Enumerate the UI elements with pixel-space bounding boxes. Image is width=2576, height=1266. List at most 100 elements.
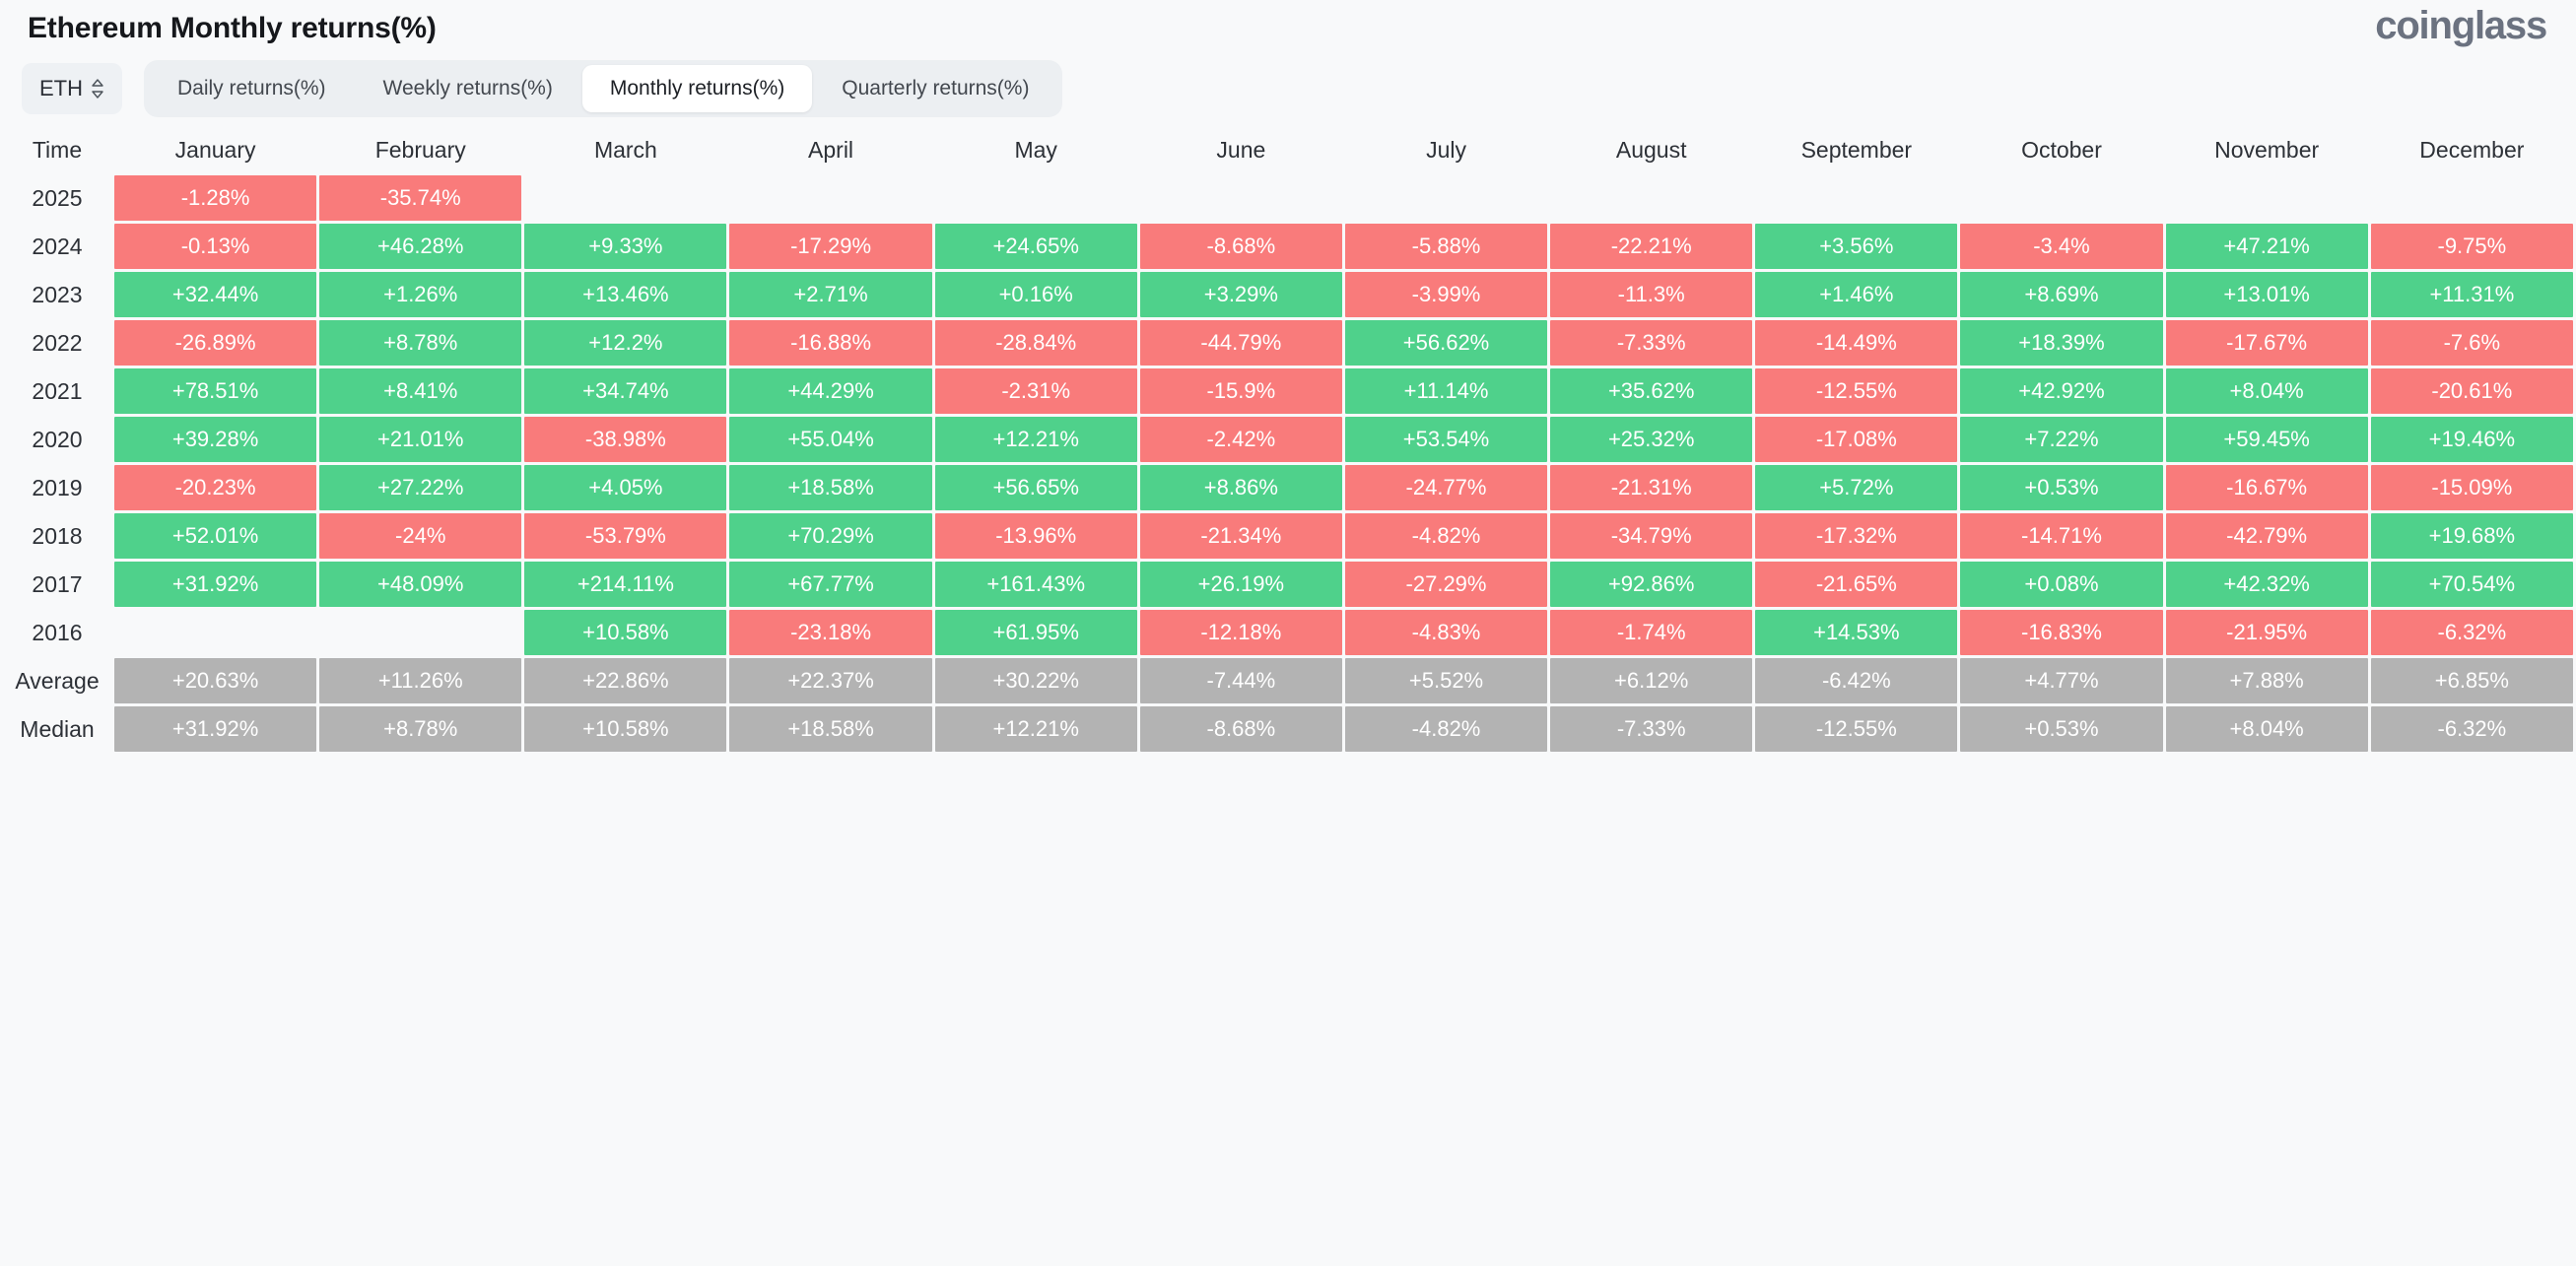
- return-cell[interactable]: -14.71%: [1960, 513, 2163, 559]
- return-cell[interactable]: -21.31%: [1550, 465, 1753, 510]
- return-cell[interactable]: -6.32%: [2370, 706, 2573, 752]
- return-cell[interactable]: +39.28%: [114, 417, 317, 462]
- return-cell[interactable]: +3.29%: [1139, 272, 1342, 317]
- return-cell[interactable]: +4.05%: [524, 465, 727, 510]
- return-cell[interactable]: +8.41%: [319, 368, 522, 414]
- return-cell[interactable]: +78.51%: [114, 368, 317, 414]
- return-cell[interactable]: -9.75%: [2370, 224, 2573, 269]
- return-cell[interactable]: -24.77%: [1344, 465, 1548, 510]
- return-cell[interactable]: -13.96%: [934, 513, 1137, 559]
- return-cell[interactable]: -24%: [319, 513, 522, 559]
- return-cell[interactable]: +19.68%: [2370, 513, 2573, 559]
- return-cell[interactable]: -7.6%: [2370, 320, 2573, 366]
- return-cell[interactable]: -21.34%: [1139, 513, 1342, 559]
- return-cell[interactable]: -0.13%: [114, 224, 317, 269]
- return-cell[interactable]: -38.98%: [524, 417, 727, 462]
- return-cell[interactable]: -16.83%: [1960, 610, 2163, 655]
- return-cell[interactable]: +55.04%: [729, 417, 932, 462]
- return-cell[interactable]: -23.18%: [729, 610, 932, 655]
- tab-weekly-returns[interactable]: Weekly returns(%): [356, 65, 580, 112]
- return-cell[interactable]: +11.26%: [319, 658, 522, 703]
- return-cell[interactable]: +18.39%: [1960, 320, 2163, 366]
- return-cell[interactable]: +22.86%: [524, 658, 727, 703]
- symbol-selector[interactable]: ETH: [22, 63, 122, 114]
- return-cell[interactable]: +56.65%: [934, 465, 1137, 510]
- return-cell[interactable]: +22.37%: [729, 658, 932, 703]
- return-cell[interactable]: +26.19%: [1139, 562, 1342, 607]
- return-cell[interactable]: +67.77%: [729, 562, 932, 607]
- return-cell[interactable]: -4.83%: [1344, 610, 1548, 655]
- return-cell[interactable]: -11.3%: [1550, 272, 1753, 317]
- return-cell[interactable]: -4.82%: [1344, 513, 1548, 559]
- return-cell[interactable]: -3.99%: [1344, 272, 1548, 317]
- return-cell[interactable]: +9.33%: [524, 224, 727, 269]
- return-cell[interactable]: -1.74%: [1550, 610, 1753, 655]
- return-cell[interactable]: -12.55%: [1755, 706, 1958, 752]
- return-cell[interactable]: +161.43%: [934, 562, 1137, 607]
- tab-daily-returns[interactable]: Daily returns(%): [150, 65, 354, 112]
- return-cell[interactable]: +1.26%: [319, 272, 522, 317]
- return-cell[interactable]: -7.44%: [1139, 658, 1342, 703]
- return-cell[interactable]: -6.42%: [1755, 658, 1958, 703]
- return-cell[interactable]: -20.23%: [114, 465, 317, 510]
- return-cell[interactable]: +5.72%: [1755, 465, 1958, 510]
- return-cell[interactable]: -16.67%: [2165, 465, 2368, 510]
- return-cell[interactable]: +31.92%: [114, 706, 317, 752]
- return-cell[interactable]: +42.92%: [1960, 368, 2163, 414]
- return-cell[interactable]: -5.88%: [1344, 224, 1548, 269]
- return-cell[interactable]: +20.63%: [114, 658, 317, 703]
- return-cell[interactable]: +10.58%: [524, 610, 727, 655]
- return-cell[interactable]: +2.71%: [729, 272, 932, 317]
- return-cell[interactable]: -17.67%: [2165, 320, 2368, 366]
- return-cell[interactable]: -17.29%: [729, 224, 932, 269]
- return-cell[interactable]: -12.18%: [1139, 610, 1342, 655]
- return-cell[interactable]: -21.65%: [1755, 562, 1958, 607]
- return-cell[interactable]: +30.22%: [934, 658, 1137, 703]
- return-cell[interactable]: -4.82%: [1344, 706, 1548, 752]
- return-cell[interactable]: +12.21%: [934, 417, 1137, 462]
- return-cell[interactable]: +27.22%: [319, 465, 522, 510]
- return-cell[interactable]: +32.44%: [114, 272, 317, 317]
- return-cell[interactable]: -53.79%: [524, 513, 727, 559]
- return-cell[interactable]: +8.69%: [1960, 272, 2163, 317]
- return-cell[interactable]: -2.31%: [934, 368, 1137, 414]
- return-cell[interactable]: +24.65%: [934, 224, 1137, 269]
- return-cell[interactable]: +19.46%: [2370, 417, 2573, 462]
- return-cell[interactable]: +1.46%: [1755, 272, 1958, 317]
- return-cell[interactable]: +8.04%: [2165, 706, 2368, 752]
- return-cell[interactable]: -21.95%: [2165, 610, 2368, 655]
- return-cell[interactable]: -34.79%: [1550, 513, 1753, 559]
- return-cell[interactable]: +34.74%: [524, 368, 727, 414]
- return-cell[interactable]: +70.54%: [2370, 562, 2573, 607]
- return-cell[interactable]: -35.74%: [319, 175, 522, 221]
- return-cell[interactable]: +35.62%: [1550, 368, 1753, 414]
- return-cell[interactable]: +31.92%: [114, 562, 317, 607]
- return-cell[interactable]: -16.88%: [729, 320, 932, 366]
- return-cell[interactable]: +11.14%: [1344, 368, 1548, 414]
- return-cell[interactable]: +59.45%: [2165, 417, 2368, 462]
- return-cell[interactable]: +3.56%: [1755, 224, 1958, 269]
- return-cell[interactable]: -27.29%: [1344, 562, 1548, 607]
- return-cell[interactable]: -12.55%: [1755, 368, 1958, 414]
- return-cell[interactable]: +44.29%: [729, 368, 932, 414]
- return-cell[interactable]: -8.68%: [1139, 224, 1342, 269]
- return-cell[interactable]: -8.68%: [1139, 706, 1342, 752]
- return-cell[interactable]: -3.4%: [1960, 224, 2163, 269]
- return-cell[interactable]: +13.01%: [2165, 272, 2368, 317]
- return-cell[interactable]: +8.86%: [1139, 465, 1342, 510]
- return-cell[interactable]: +11.31%: [2370, 272, 2573, 317]
- return-cell[interactable]: -28.84%: [934, 320, 1137, 366]
- return-cell[interactable]: -42.79%: [2165, 513, 2368, 559]
- return-cell[interactable]: -1.28%: [114, 175, 317, 221]
- return-cell[interactable]: +52.01%: [114, 513, 317, 559]
- return-cell[interactable]: +7.88%: [2165, 658, 2368, 703]
- return-cell[interactable]: -26.89%: [114, 320, 317, 366]
- return-cell[interactable]: -17.08%: [1755, 417, 1958, 462]
- return-cell[interactable]: +214.11%: [524, 562, 727, 607]
- return-cell[interactable]: +92.86%: [1550, 562, 1753, 607]
- return-cell[interactable]: +53.54%: [1344, 417, 1548, 462]
- return-cell[interactable]: -7.33%: [1550, 320, 1753, 366]
- return-cell[interactable]: +6.85%: [2370, 658, 2573, 703]
- return-cell[interactable]: -7.33%: [1550, 706, 1753, 752]
- return-cell[interactable]: +6.12%: [1550, 658, 1753, 703]
